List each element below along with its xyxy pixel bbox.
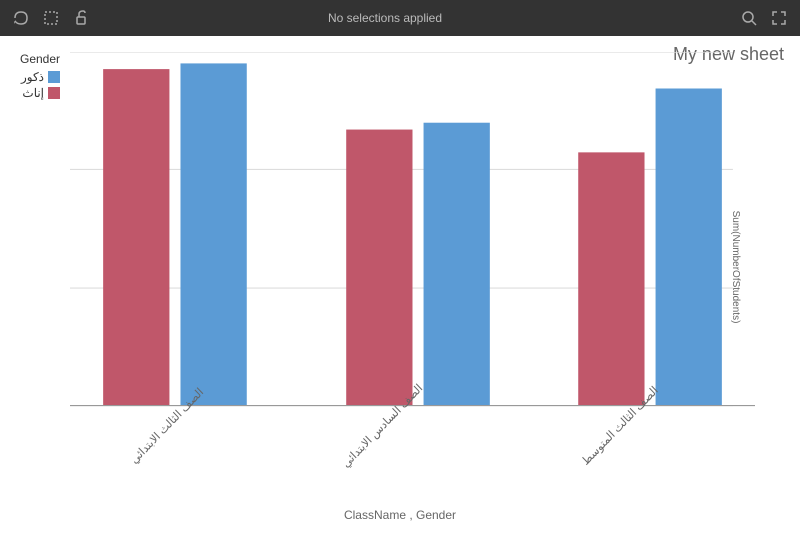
bar-chart: 0 10M 20M 30M الصف الثالث الابتدائي الصف… xyxy=(70,52,755,474)
legend-label-female: إناث xyxy=(22,86,44,100)
no-selections-label: No selections applied xyxy=(40,11,730,25)
legend-color-male xyxy=(48,71,60,83)
lasso-select-icon[interactable] xyxy=(10,7,32,29)
x-axis-label: ClassName , Gender xyxy=(344,508,456,522)
fullscreen-icon[interactable] xyxy=(768,7,790,29)
bar-g2-female xyxy=(346,130,412,406)
toolbar: No selections applied xyxy=(0,0,800,36)
legend-color-female xyxy=(48,87,60,99)
legend-title: Gender xyxy=(20,52,60,66)
search-icon[interactable] xyxy=(738,7,760,29)
y-axis-label: Sum(NumberOfStudents) xyxy=(730,211,741,324)
legend-item-female: إناث xyxy=(20,86,60,100)
bar-g1-male xyxy=(180,63,246,405)
bar-g1-female xyxy=(103,69,169,405)
bar-g3-male xyxy=(656,88,722,405)
bar-g2-male xyxy=(424,123,490,406)
chart-legend: Gender ذكور إناث xyxy=(20,52,60,102)
legend-item-male: ذكور xyxy=(20,70,60,84)
legend-label-male: ذكور xyxy=(21,70,44,84)
bar-g3-female xyxy=(578,152,644,405)
